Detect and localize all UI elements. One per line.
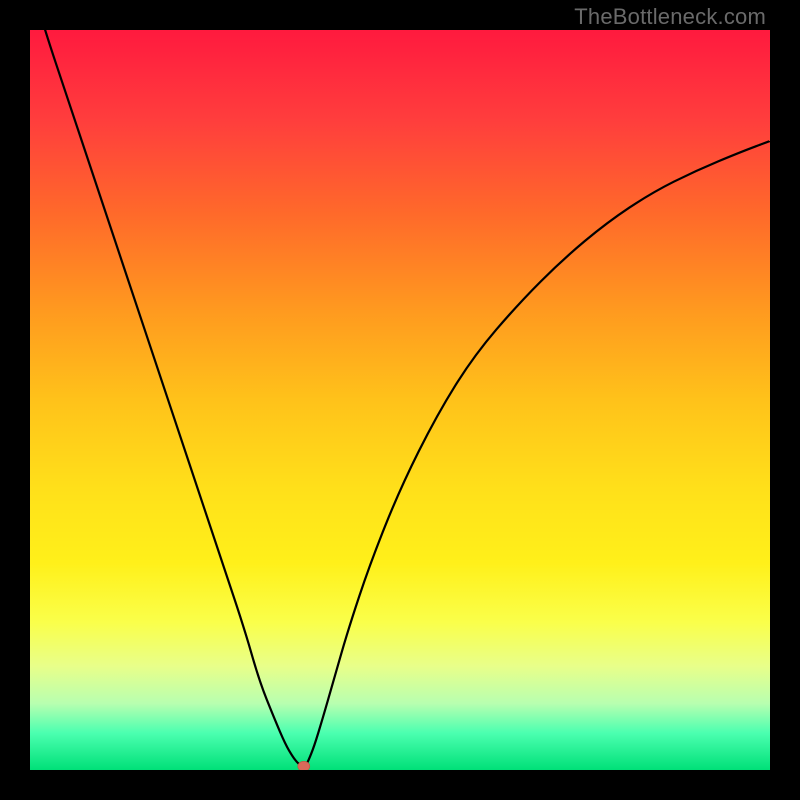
- curve-svg: [30, 30, 770, 770]
- minimum-marker: [298, 761, 310, 770]
- plot-area: [30, 30, 770, 770]
- bottleneck-curve: [30, 30, 770, 766]
- chart-frame: TheBottleneck.com: [0, 0, 800, 800]
- watermark-text: TheBottleneck.com: [574, 4, 766, 30]
